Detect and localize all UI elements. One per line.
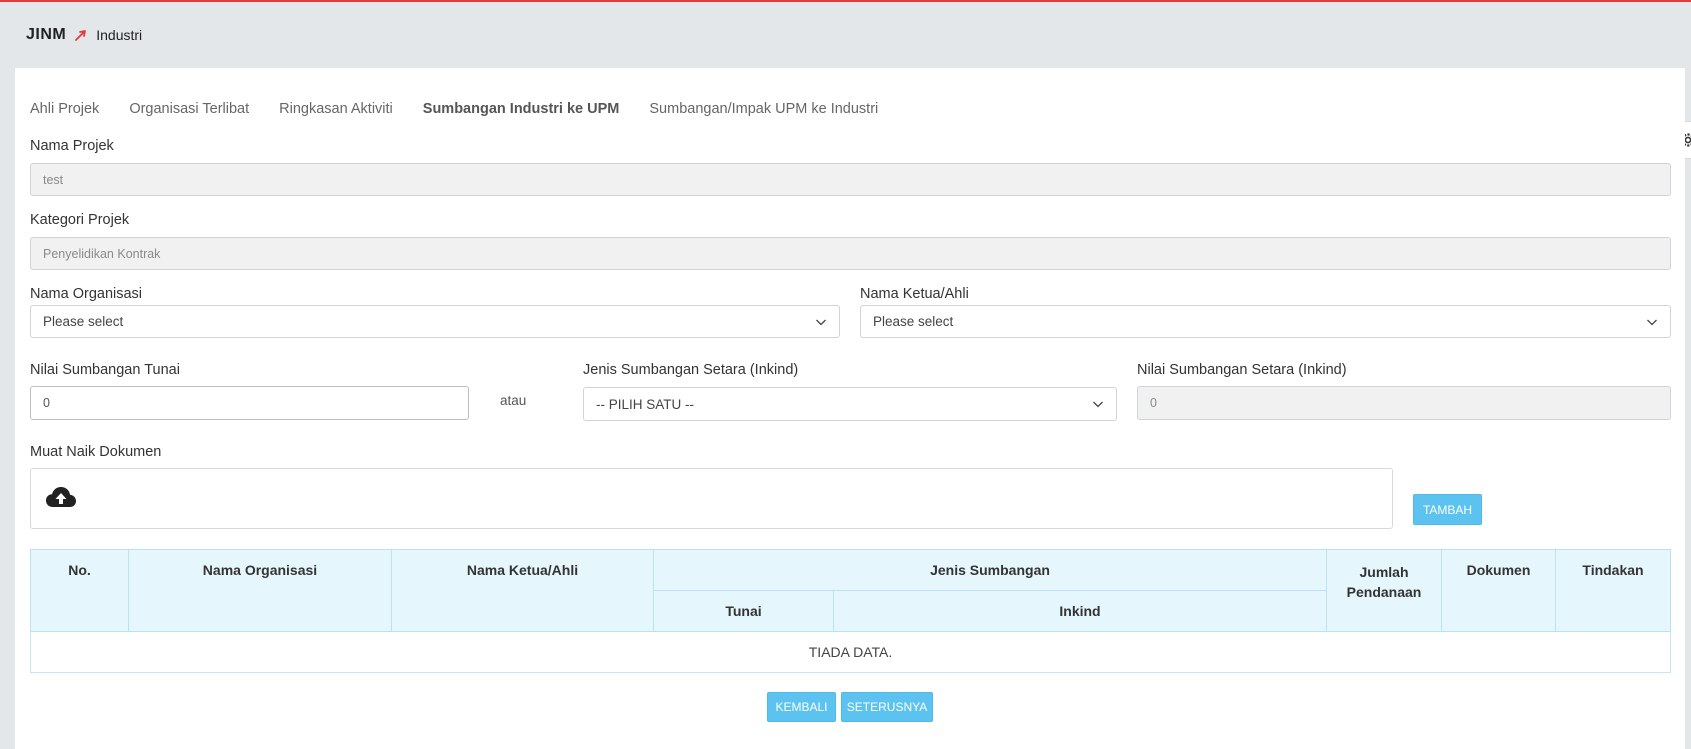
- atau-text: atau: [500, 393, 527, 408]
- sumbangan-table: No. Nama Organisasi Nama Ketua/Ahli Jeni…: [30, 549, 1671, 673]
- nilai-tunai-input[interactable]: 0: [30, 386, 469, 420]
- cloud-upload-icon: [46, 487, 76, 507]
- tab-ringkasan-aktiviti[interactable]: Ringkasan Aktiviti: [279, 101, 393, 117]
- nama-projek-value: test: [43, 172, 64, 187]
- nilai-inkind-value: 0: [1150, 396, 1157, 410]
- chevron-down-icon: [816, 319, 826, 325]
- nama-projek-label: Nama Projek: [30, 138, 114, 154]
- empty-message: TIADA DATA.: [30, 631, 1671, 673]
- col-dokumen: Dokumen: [1441, 549, 1556, 632]
- kategori-projek-value: Penyelidikan Kontrak: [43, 246, 161, 261]
- nilai-tunai-label: Nilai Sumbangan Tunai: [30, 362, 180, 378]
- brand-logo: JINM: [26, 26, 67, 43]
- main-card: Ahli Projek Organisasi Terlibat Ringkasa…: [15, 68, 1685, 749]
- kembali-button[interactable]: KEMBALI: [767, 692, 836, 722]
- col-inkind: Inkind: [833, 590, 1327, 632]
- nama-ketua-label: Nama Ketua/Ahli: [860, 286, 969, 302]
- tab-ahli-projek[interactable]: Ahli Projek: [30, 101, 99, 117]
- jenis-inkind-select[interactable]: -- PILIH SATU --: [583, 387, 1117, 421]
- col-nama-organisasi: Nama Organisasi: [128, 549, 392, 632]
- col-jumlah-pendanaan: Jumlah Pendanaan: [1326, 549, 1442, 632]
- nilai-tunai-value: 0: [43, 396, 50, 410]
- jenis-inkind-label: Jenis Sumbangan Setara (Inkind): [583, 362, 799, 378]
- nama-organisasi-select[interactable]: Please select: [30, 305, 840, 338]
- brand-subtitle: Industri: [96, 27, 143, 43]
- tab-sumbangan-industri[interactable]: Sumbangan Industri ke UPM: [423, 101, 620, 117]
- chevron-down-icon: [1093, 401, 1103, 408]
- nama-projek-field[interactable]: test: [30, 163, 1671, 196]
- table-row-empty: TIADA DATA.: [30, 631, 1671, 673]
- chevron-down-icon: [1647, 319, 1657, 325]
- nama-ketua-select[interactable]: Please select: [860, 305, 1671, 338]
- nama-organisasi-label: Nama Organisasi: [30, 286, 143, 302]
- col-jenis-sumbangan: Jenis Sumbangan: [653, 549, 1327, 591]
- jenis-inkind-value: -- PILIH SATU --: [596, 396, 695, 412]
- brand[interactable]: JINM Industri: [26, 24, 142, 46]
- tab-organisasi-terlibat[interactable]: Organisasi Terlibat: [129, 101, 249, 117]
- seterusnya-button[interactable]: SETERUSNYA: [841, 692, 933, 722]
- nama-ketua-value: Please select: [873, 314, 954, 329]
- nama-organisasi-value: Please select: [43, 314, 124, 329]
- kategori-projek-field[interactable]: Penyelidikan Kontrak: [30, 237, 1671, 270]
- kategori-projek-label: Kategori Projek: [30, 212, 130, 228]
- upload-dropzone[interactable]: [30, 468, 1393, 529]
- col-tunai: Tunai: [653, 590, 834, 632]
- arrow-icon: [75, 30, 87, 41]
- tab-bar: Ahli Projek Organisasi Terlibat Ringkasa…: [30, 98, 908, 120]
- col-no: No.: [30, 549, 129, 632]
- top-accent-bar: [0, 0, 1691, 2]
- tab-sumbangan-impak-upm[interactable]: Sumbangan/Impak UPM ke Industri: [649, 101, 878, 117]
- nilai-inkind-input[interactable]: 0: [1137, 386, 1671, 420]
- col-tindakan: Tindakan: [1555, 549, 1671, 632]
- nilai-inkind-label: Nilai Sumbangan Setara (Inkind): [1137, 362, 1347, 378]
- col-nama-ketua: Nama Ketua/Ahli: [391, 549, 654, 632]
- muat-naik-label: Muat Naik Dokumen: [30, 444, 162, 460]
- tambah-button[interactable]: TAMBAH: [1413, 494, 1482, 525]
